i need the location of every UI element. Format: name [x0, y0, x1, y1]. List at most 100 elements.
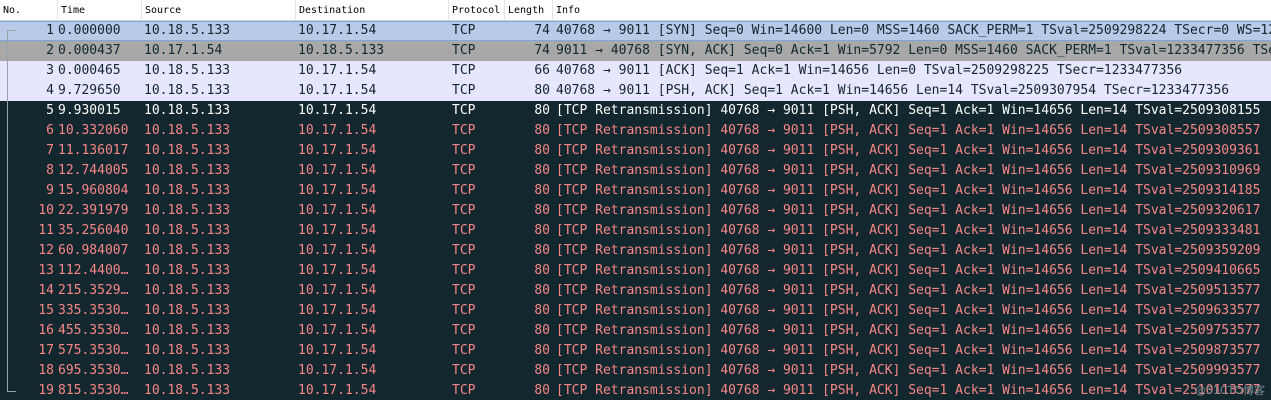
cell-info: [TCP Retransmission] 40768 → 9011 [PSH, …	[556, 343, 1261, 358]
packet-row[interactable]: 19 815.3530… 10.18.5.133 10.17.1.54 TCP 80 [TC…	[0, 381, 1271, 400]
cell-time: 9.729650	[58, 83, 121, 98]
cell-destination: 10.17.1.54	[298, 143, 377, 158]
packet-row[interactable]: 17 575.3530… 10.18.5.133 10.17.1.54 TCP 80 [TC…	[0, 341, 1271, 361]
packet-row[interactable]: 12 60.984007 10.18.5.133 10.17.1.54 TCP 80 [TC…	[0, 241, 1271, 261]
column-header-protocol[interactable]: Protocol	[449, 0, 505, 20]
packet-row[interactable]: 9 15.960804 10.18.5.133 10.17.1.54 TCP 80 [TCP…	[0, 181, 1271, 201]
packet-row[interactable]: 10 22.391979 10.18.5.133 10.17.1.54 TCP 80 [TC…	[0, 201, 1271, 221]
cell-protocol: TCP	[452, 103, 476, 118]
cell-length: 80	[534, 163, 550, 178]
cell-length: 80	[534, 203, 550, 218]
cell-info: 40768 → 9011 [SYN] Seq=0 Win=14600 Len=0…	[556, 23, 1271, 38]
packet-row[interactable]: 2 0.000437 10.17.1.54 10.18.5.133 TCP 74 9011 …	[0, 41, 1271, 61]
cell-protocol: TCP	[452, 23, 476, 38]
cell-time: 455.3530…	[58, 323, 129, 338]
cell-info: 40768 → 9011 [ACK] Seq=1 Ack=1 Win=14656…	[556, 63, 1183, 78]
cell-destination: 10.17.1.54	[298, 83, 377, 98]
packet-row[interactable]: 11 35.256040 10.18.5.133 10.17.1.54 TCP 80 [TC…	[0, 221, 1271, 241]
cell-time: 10.332060	[58, 123, 129, 138]
cell-protocol: TCP	[452, 43, 476, 58]
cell-destination: 10.18.5.133	[298, 43, 385, 58]
cell-time: 695.3530…	[58, 363, 129, 378]
cell-time: 0.000437	[58, 43, 121, 58]
column-header-time[interactable]: Time	[58, 0, 142, 20]
cell-destination: 10.17.1.54	[298, 203, 377, 218]
packet-row[interactable]: 7 11.136017 10.18.5.133 10.17.1.54 TCP 80 [TCP…	[0, 141, 1271, 161]
packet-row[interactable]: 13 112.4400… 10.18.5.133 10.17.1.54 TCP 80 [TC…	[0, 261, 1271, 281]
cell-source: 10.18.5.133	[144, 343, 231, 358]
cell-time: 12.744005	[58, 163, 129, 178]
cell-length: 80	[534, 363, 550, 378]
cell-info: [TCP Retransmission] 40768 → 9011 [PSH, …	[556, 383, 1261, 398]
cell-protocol: TCP	[452, 183, 476, 198]
cell-time: 112.4400…	[58, 263, 129, 278]
packet-row[interactable]: 8 12.744005 10.18.5.133 10.17.1.54 TCP 80 [TCP…	[0, 161, 1271, 181]
cell-time: 815.3530…	[58, 383, 129, 398]
cell-source: 10.18.5.133	[144, 163, 231, 178]
cell-info: [TCP Retransmission] 40768 → 9011 [PSH, …	[556, 323, 1261, 338]
cell-destination: 10.17.1.54	[298, 263, 377, 278]
cell-source: 10.18.5.133	[144, 103, 231, 118]
cell-info: 9011 → 40768 [SYN, ACK] Seq=0 Ack=1 Win=…	[556, 43, 1271, 58]
cell-destination: 10.17.1.54	[298, 383, 377, 398]
cell-length: 80	[534, 123, 550, 138]
packet-row[interactable]: 15 335.3530… 10.18.5.133 10.17.1.54 TCP 80 [TC…	[0, 301, 1271, 321]
cell-destination: 10.17.1.54	[298, 303, 377, 318]
cell-source: 10.18.5.133	[144, 123, 231, 138]
cell-time: 11.136017	[58, 143, 129, 158]
column-header-info[interactable]: Info	[553, 0, 1271, 20]
cell-length: 80	[534, 383, 550, 398]
cell-source: 10.18.5.133	[144, 323, 231, 338]
cell-destination: 10.17.1.54	[298, 183, 377, 198]
cell-time: 575.3530…	[58, 343, 129, 358]
cell-protocol: TCP	[452, 143, 476, 158]
cell-length: 80	[534, 343, 550, 358]
cell-length: 80	[534, 303, 550, 318]
cell-protocol: TCP	[452, 123, 476, 138]
cell-info: [TCP Retransmission] 40768 → 9011 [PSH, …	[556, 123, 1261, 138]
cell-time: 335.3530…	[58, 303, 129, 318]
cell-protocol: TCP	[452, 63, 476, 78]
column-header-length[interactable]: Length	[505, 0, 553, 20]
column-header-no[interactable]: No.	[0, 0, 58, 20]
cell-protocol: TCP	[452, 243, 476, 258]
packet-row[interactable]: 16 455.3530… 10.18.5.133 10.17.1.54 TCP 80 [TC…	[0, 321, 1271, 341]
packet-row[interactable]: 4 9.729650 10.18.5.133 10.17.1.54 TCP 80 40768…	[0, 81, 1271, 101]
cell-time: 22.391979	[58, 203, 129, 218]
cell-info: [TCP Retransmission] 40768 → 9011 [PSH, …	[556, 103, 1261, 118]
cell-protocol: TCP	[452, 383, 476, 398]
cell-info: [TCP Retransmission] 40768 → 9011 [PSH, …	[556, 283, 1261, 298]
cell-info: [TCP Retransmission] 40768 → 9011 [PSH, …	[556, 363, 1261, 378]
column-header-source[interactable]: Source	[142, 0, 296, 20]
cell-destination: 10.17.1.54	[298, 243, 377, 258]
cell-source: 10.17.1.54	[144, 43, 223, 58]
cell-source: 10.18.5.133	[144, 23, 231, 38]
cell-destination: 10.17.1.54	[298, 63, 377, 78]
cell-source: 10.18.5.133	[144, 143, 231, 158]
cell-info: 40768 → 9011 [PSH, ACK] Seq=1 Ack=1 Win=…	[556, 83, 1230, 98]
cell-destination: 10.17.1.54	[298, 163, 377, 178]
packet-row[interactable]: 5 9.930015 10.18.5.133 10.17.1.54 TCP 80 [TCP …	[0, 101, 1271, 121]
packet-row[interactable]: 3 0.000465 10.18.5.133 10.17.1.54 TCP 66 40768…	[0, 61, 1271, 81]
cell-source: 10.18.5.133	[144, 363, 231, 378]
cell-protocol: TCP	[452, 283, 476, 298]
cell-length: 80	[534, 263, 550, 278]
cell-source: 10.18.5.133	[144, 83, 231, 98]
packet-row[interactable]: 18 695.3530… 10.18.5.133 10.17.1.54 TCP 80 [TC…	[0, 361, 1271, 381]
cell-time: 35.256040	[58, 223, 129, 238]
cell-protocol: TCP	[452, 83, 476, 98]
packet-row[interactable]: 14 215.3529… 10.18.5.133 10.17.1.54 TCP 80 [TC…	[0, 281, 1271, 301]
cell-protocol: TCP	[452, 163, 476, 178]
cell-length: 66	[534, 63, 550, 78]
cell-length: 80	[534, 243, 550, 258]
packet-row[interactable]: 6 10.332060 10.18.5.133 10.17.1.54 TCP 80 [TCP…	[0, 121, 1271, 141]
cell-source: 10.18.5.133	[144, 203, 231, 218]
cell-time: 0.000000	[58, 23, 121, 38]
packet-row[interactable]: 1 0.000000 10.18.5.133 10.17.1.54 TCP 74 40768…	[0, 21, 1271, 41]
cell-protocol: TCP	[452, 263, 476, 278]
cell-protocol: TCP	[452, 343, 476, 358]
column-header-destination[interactable]: Destination	[296, 0, 449, 20]
cell-destination: 10.17.1.54	[298, 123, 377, 138]
cell-length: 80	[534, 83, 550, 98]
cell-time: 0.000465	[58, 63, 121, 78]
